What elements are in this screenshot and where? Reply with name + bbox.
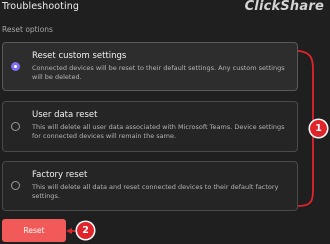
callout-arrowhead bbox=[66, 228, 72, 234]
reset-button[interactable]: Reset bbox=[2, 219, 66, 242]
options-bracket bbox=[66, 50, 321, 234]
callout-badge-reset: 2 bbox=[77, 222, 94, 239]
callout-badge-options: 1 bbox=[310, 120, 327, 137]
